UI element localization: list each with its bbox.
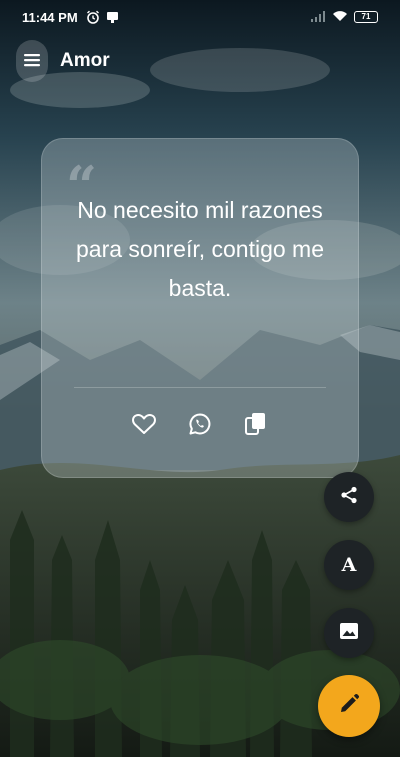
quote-text: No necesito mil razones para sonreír, co…	[75, 197, 325, 301]
share-icon	[340, 486, 358, 508]
whatsapp-icon	[188, 412, 212, 440]
signal-icon	[310, 10, 326, 25]
copy-icon	[244, 411, 268, 441]
card-divider	[74, 387, 326, 388]
favorite-button[interactable]	[131, 413, 157, 439]
font-button[interactable]: A	[324, 540, 374, 590]
app-bar: Amor	[16, 40, 110, 82]
battery-icon: 71	[354, 11, 378, 23]
status-right-group: 71	[310, 10, 378, 25]
quote-card: “ No necesito mil razones para sonreír, …	[41, 138, 359, 478]
share-button[interactable]	[324, 472, 374, 522]
heart-icon	[131, 412, 157, 440]
status-time: 11:44 PM	[22, 9, 78, 25]
pencil-icon	[338, 693, 360, 719]
font-icon: A	[341, 554, 357, 576]
image-icon	[339, 622, 359, 644]
background-image-button[interactable]	[324, 608, 374, 658]
menu-button[interactable]	[16, 40, 48, 82]
copy-button[interactable]	[243, 413, 269, 439]
whatsapp-button[interactable]	[187, 413, 213, 439]
notification-icon	[106, 11, 119, 24]
menu-icon	[24, 52, 40, 71]
alarm-icon	[86, 10, 100, 24]
app-screen: 11:44 PM 71 Amor “ No necesito mil razon…	[0, 0, 400, 757]
wifi-icon	[332, 10, 348, 25]
status-bar: 11:44 PM 71	[0, 0, 400, 34]
card-actions	[42, 413, 358, 439]
edit-button[interactable]	[318, 675, 380, 737]
page-title: Amor	[60, 50, 110, 71]
